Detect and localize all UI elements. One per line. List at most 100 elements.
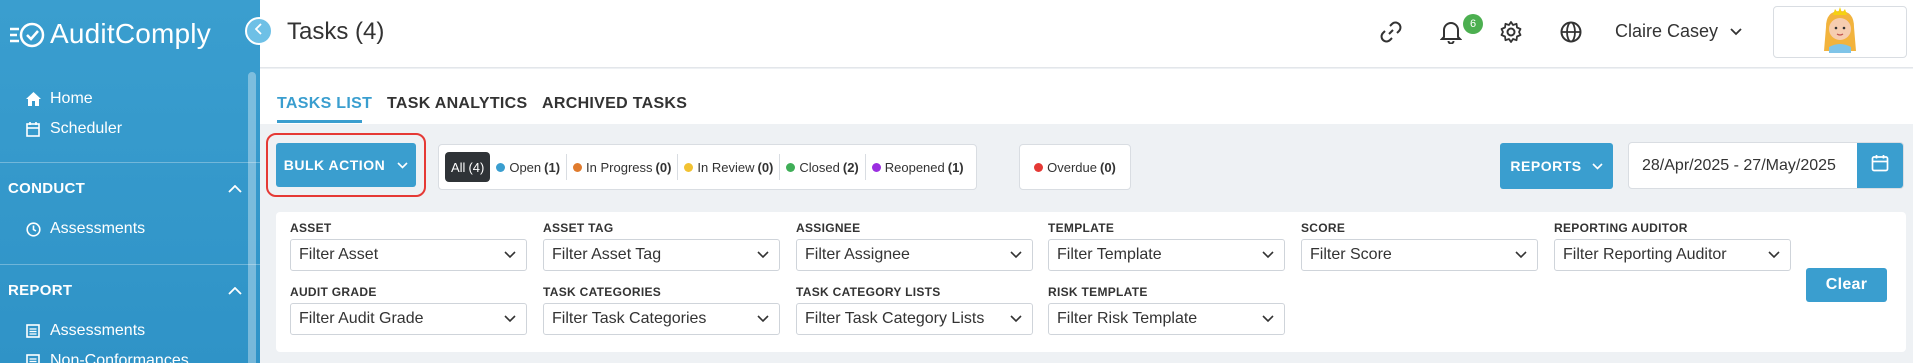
sidebar-section-report[interactable]: REPORT [0,264,260,316]
status-count: (0) [757,159,774,175]
filter-placeholder: Filter Risk Template [1057,310,1198,327]
sidebar-item-report-assessments[interactable]: Assessments [0,316,260,346]
tab-task-analytics[interactable]: TASK ANALYTICS [387,95,528,113]
status-filter-in-progress[interactable]: In Progress (0) [567,152,677,182]
sidebar-item-label: Home [50,90,93,107]
chevron-down-icon [1262,310,1274,328]
filter-audit-grade: AUDIT GRADE Filter Audit Grade [290,285,527,335]
sidebar-item-non-conformances[interactable]: Non-Conformances [0,346,260,363]
user-menu[interactable]: Claire Casey [1615,21,1742,42]
filter-placeholder: Filter Reporting Auditor [1563,246,1727,263]
chevron-down-icon [757,310,769,328]
status-dot [786,162,796,172]
filter-template: TEMPLATE Filter Template [1048,221,1285,271]
risk-template-select[interactable]: Filter Risk Template [1048,303,1285,335]
status-filter-open[interactable]: Open (1) [490,152,566,182]
calendar-button[interactable] [1857,143,1903,188]
status-label: Closed [799,159,840,175]
filter-score: SCORE Filter Score [1301,221,1538,271]
notification-badge[interactable]: 6 [1463,14,1483,34]
filter-asset-tag: ASSET TAG Filter Asset Tag [543,221,780,271]
clear-filters-button[interactable]: Clear [1806,268,1887,302]
chevron-down-icon [1768,246,1780,264]
filters-panel: ASSET Filter Asset ASSET TAG Filter Asse… [276,212,1906,352]
filter-asset: ASSET Filter Asset [290,221,527,271]
sidebar-section-conduct[interactable]: CONDUCT [0,162,260,214]
status-label: Open [509,159,542,175]
status-filter-all[interactable]: All (4) [445,152,491,182]
filter-placeholder: Filter Task Categories [552,310,707,327]
filter-label: ASSET [290,221,332,235]
task-category-lists-select[interactable]: Filter Task Category Lists [796,303,1033,335]
chevron-up-icon [228,282,242,299]
status-label: Overdue [1047,159,1097,175]
assignee-select[interactable]: Filter Assignee [796,239,1033,271]
app-logo[interactable]: AuditComply [0,0,260,68]
list-icon [24,352,42,363]
filter-risk-template: RISK TEMPLATE Filter Risk Template [1048,285,1285,335]
bulk-action-button[interactable]: BULK ACTION [276,143,416,187]
page-title: Tasks (4) [287,18,385,45]
status-filter-overdue[interactable]: Overdue (0) [1019,144,1131,190]
sidebar-scrollbar[interactable] [248,72,256,363]
chevron-down-icon [1730,27,1742,36]
filter-label: SCORE [1301,221,1346,235]
status-label: Reopened [884,159,945,175]
bell-icon[interactable] [1437,18,1465,46]
chevron-down-icon [1010,246,1022,264]
asset-select[interactable]: Filter Asset [290,239,527,271]
calendar-icon [24,120,42,138]
chevron-down-icon [504,310,516,328]
sidebar-item-scheduler[interactable]: Scheduler [0,114,260,144]
status-count: (2) [842,159,859,175]
status-label: In Progress [586,159,653,175]
asset-tag-select[interactable]: Filter Asset Tag [543,239,780,271]
tab-archived-tasks[interactable]: ARCHIVED TASKS [542,95,687,113]
chevron-up-icon [228,180,242,197]
sidebar-section-title: CONDUCT [8,180,86,197]
task-categories-select[interactable]: Filter Task Categories [543,303,780,335]
avatar[interactable] [1773,6,1907,58]
status-count: (0) [1099,159,1116,175]
date-range-picker[interactable]: 28/Apr/2025 - 27/May/2025 [1628,142,1904,189]
status-filter-closed[interactable]: Closed (2) [780,152,864,182]
toolbar: BULK ACTION All (4) Open (1) In Progress… [260,124,1913,204]
globe-icon[interactable] [1557,18,1585,46]
status-filter-group: All (4) Open (1) In Progress (0) In Revi… [438,144,977,190]
link-icon[interactable] [1377,18,1405,46]
filter-label: AUDIT GRADE [290,285,377,299]
status-label: All [451,159,466,175]
chevron-down-icon [504,246,516,264]
gear-icon[interactable] [1497,18,1525,46]
status-filter-in-review[interactable]: In Review (0) [678,152,779,182]
tabs-bar: TASKS LIST TASK ANALYTICS ARCHIVED TASKS [260,69,1913,124]
sidebar-item-conduct-assessments[interactable]: Assessments [0,214,260,244]
filter-label: TASK CATEGORY LISTS [796,285,941,299]
list-icon [24,322,42,340]
clock-icon [24,220,42,238]
tab-tasks-list[interactable]: TASKS LIST [277,95,372,113]
template-select[interactable]: Filter Template [1048,239,1285,271]
reports-label: REPORTS [1510,158,1582,174]
filter-task-category-lists: TASK CATEGORY LISTS Filter Task Category… [796,285,1033,335]
chevron-down-icon [1262,246,1274,264]
calendar-icon [1871,154,1889,177]
date-range-value: 28/Apr/2025 - 27/May/2025 [1642,157,1836,174]
filter-placeholder: Filter Assignee [805,246,910,263]
home-icon [24,90,42,108]
active-tab-underline [277,120,362,123]
reports-button[interactable]: REPORTS [1500,143,1613,189]
reporting-auditor-select[interactable]: Filter Reporting Auditor [1554,239,1791,271]
sidebar-section-title: REPORT [8,282,73,299]
audit-grade-select[interactable]: Filter Audit Grade [290,303,527,335]
status-count: (0) [655,159,672,175]
sidebar-collapse-button[interactable] [245,17,273,45]
filter-placeholder: Filter Score [1310,246,1392,263]
sidebar-item-home[interactable]: Home [0,84,260,114]
overdue-pill: Overdue (0) [1034,152,1116,182]
filter-placeholder: Filter Asset [299,246,379,263]
score-select[interactable]: Filter Score [1301,239,1538,271]
filter-label: TASK CATEGORIES [543,285,662,299]
status-filter-reopened[interactable]: Reopened (1) [866,152,970,182]
filter-assignee: ASSIGNEE Filter Assignee [796,221,1033,271]
